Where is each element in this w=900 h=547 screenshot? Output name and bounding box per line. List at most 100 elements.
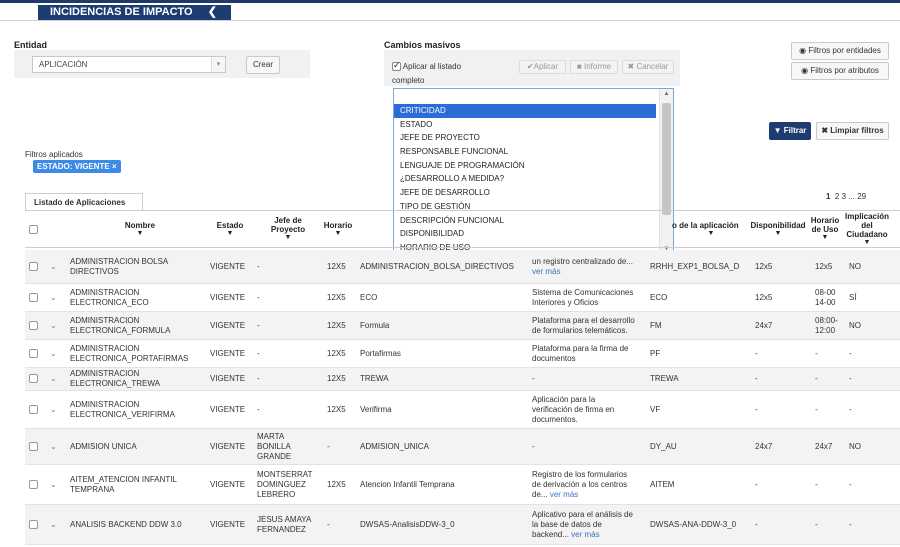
cell-nombre[interactable]: ADMINISTRACION ELECTRONICA_FORMULA: [70, 316, 210, 336]
chevron-down-icon[interactable]: ⌄: [50, 374, 57, 383]
col-horario-uso[interactable]: Horario de Uso ▼: [810, 216, 840, 242]
row-checkbox[interactable]: [29, 404, 38, 414]
table-row[interactable]: ⌄ ADMINISTRACION ELECTRONICA_FORMULA VIGENT…: [25, 312, 900, 340]
page-current[interactable]: 1: [826, 192, 830, 201]
filtros-entidades-button[interactable]: ◉ Filtros por entidades: [791, 42, 889, 60]
cell-nombre[interactable]: ADMINISTRACION BOLSA DIRECTIVOS: [70, 257, 210, 277]
page-2[interactable]: 2: [835, 192, 839, 201]
table-row[interactable]: ⌄ ADMINISTRACION ELECTRONICA_VERIFIRMA VIGE…: [25, 391, 900, 429]
filtros-atributos-button[interactable]: ◉ Filtros por atributos: [791, 62, 889, 80]
ver-mas-link[interactable]: ver más: [532, 267, 560, 276]
col-horario[interactable]: Horario ▼: [321, 221, 355, 238]
row-checkbox[interactable]: [29, 441, 38, 451]
listbox-option[interactable]: RESPONSABLE FUNCIONAL: [394, 145, 656, 159]
col-estado[interactable]: Estado ▼: [210, 221, 250, 238]
sort-icon: ▼: [284, 234, 292, 241]
table-row[interactable]: ⌄ ADMINISTRACION ELECTRONICA_ECO VIGENTE -12…: [25, 284, 900, 312]
page-last[interactable]: 29: [857, 192, 866, 201]
cell-horario-uso: -: [815, 480, 818, 490]
table-row[interactable]: ⌄ ADMINISTRACION ELECTRONICA_PORTAFIRMAS VI…: [25, 340, 900, 368]
scrollbar-thumb[interactable]: [662, 103, 671, 215]
cell-nombre[interactable]: ANALISIS BACKEND DDW 3.0: [70, 520, 210, 530]
row-checkbox[interactable]: [29, 261, 38, 271]
col-implicacion-ciudadano[interactable]: Implicación del Ciudadano ▼: [842, 212, 892, 247]
chevron-down-icon[interactable]: ⌄: [50, 405, 57, 414]
row-checkbox[interactable]: [29, 320, 38, 330]
filter-icon: ▼: [773, 126, 782, 135]
crear-button[interactable]: Crear: [246, 56, 280, 74]
table-row[interactable]: ⌄ ANALISIS BACKEND DDW 3.0 VIGENTE JESUS AM…: [25, 505, 900, 545]
listbox-option[interactable]: JEFE DE PROYECTO: [394, 131, 656, 145]
col-disponibilidad[interactable]: Disponibilidad ▼: [747, 221, 809, 238]
cell-descripcion-line: de... ver más: [532, 490, 650, 500]
filter-badge-estado[interactable]: ESTADO: VIGENTE ×: [33, 160, 121, 173]
cell-horario-uso: 24x7: [815, 442, 832, 452]
cell-horario-uso: 08-00 14-00: [815, 288, 835, 308]
cell-nombre[interactable]: ADMINISTRACION ELECTRONICA_TREWA: [70, 369, 210, 389]
cell-nombre[interactable]: AITEM_ATENCION INFANTIL TEMPRANA: [70, 475, 210, 495]
table-row[interactable]: ⌄ AITEM_ATENCION INFANTIL TEMPRANA VIGENTE M…: [25, 465, 900, 505]
table-row[interactable]: ⌄ ADMINISTRACION BOLSA DIRECTIVOS VIGENTE -1…: [25, 250, 900, 284]
cell-nombre[interactable]: ADMINISTRACION ELECTRONICA_PORTAFIRMAS: [70, 344, 210, 364]
filtrar-button[interactable]: ▼ Filtrar: [769, 122, 811, 140]
cell-nombre[interactable]: ADMINISTRACION ELECTRONICA_VERIFIRMA: [70, 400, 210, 420]
scroll-up-icon[interactable]: ▲: [660, 91, 673, 97]
chevron-down-icon[interactable]: ⌄: [50, 321, 57, 330]
listbox-option[interactable]: JEFE DE DESARROLLO: [394, 186, 656, 200]
chevron-down-icon[interactable]: ⌄: [50, 349, 57, 358]
cell-implicacion: SÍ: [849, 292, 857, 302]
listbox-option[interactable]: CRITICIDAD: [394, 104, 656, 118]
tab-listado-aplicaciones[interactable]: Listado de Aplicaciones: [25, 193, 143, 211]
entidad-select[interactable]: APLICACIÓN ▾: [32, 56, 226, 73]
chevron-down-icon[interactable]: ⌄: [50, 293, 57, 302]
cell-codigo-aplicacion: AITEM: [650, 479, 675, 489]
row-checkbox[interactable]: [29, 374, 38, 383]
close-icon: ✖: [821, 126, 829, 135]
row-checkbox[interactable]: [29, 292, 38, 302]
chevron-down-icon[interactable]: ⌄: [50, 520, 57, 529]
cell-codigo-aplicacion: RRHH_EXP1_BOLSA_D: [650, 261, 740, 271]
cell-nombre-line: ELECTRONICA_ECO: [70, 297, 149, 307]
select-all-checkbox[interactable]: [29, 225, 38, 234]
cell-descripcion-line: verificación de firma en: [532, 405, 650, 415]
cell-horario: 12X5: [327, 261, 346, 271]
table-row[interactable]: ⌄ ADMISION UNICA VIGENTE MARTA BONILLA GRANDE…: [25, 429, 900, 465]
cell-descripcion: un registro centralizado de... ver más: [532, 257, 650, 277]
cell-descripcion-line: backend... ver más: [532, 530, 650, 540]
chevron-down-icon[interactable]: ⌄: [50, 442, 57, 451]
chevron-down-icon[interactable]: ⌄: [50, 262, 57, 271]
apply-all-label-line2: completo: [392, 76, 425, 85]
listbox-option[interactable]: LENGUAJE DE PROGRAMACIÓN: [394, 159, 656, 173]
apply-all-option[interactable]: Aplicar al listado: [392, 60, 461, 72]
listbox-option[interactable]: ESTADO: [394, 118, 656, 132]
cancelar-button[interactable]: ✖ Cancelar: [622, 60, 674, 74]
cell-jefe-line: FERNANDEZ: [257, 524, 306, 534]
cell-horario-uso-line: 24x7: [815, 441, 833, 451]
chevron-down-icon[interactable]: ⌄: [50, 480, 57, 489]
cell-horario-uso: -: [815, 520, 818, 530]
informe-button[interactable]: ■ Informe: [570, 60, 618, 74]
ver-mas-link[interactable]: ver más: [550, 490, 578, 499]
ver-mas-link[interactable]: ver más: [571, 530, 599, 539]
apply-all-checkbox[interactable]: [392, 60, 401, 72]
row-checkbox[interactable]: [29, 479, 38, 489]
cell-horario: 12X5: [327, 320, 346, 330]
listbox-option[interactable]: ¿DESARROLLO A MEDIDA?: [394, 172, 656, 186]
limpiar-filtros-button[interactable]: ✖ Limpiar filtros: [816, 122, 889, 140]
cell-horario: -: [327, 519, 330, 529]
cell-nombre[interactable]: ADMISION UNICA: [70, 442, 210, 452]
col-nombre[interactable]: Nombre ▼: [120, 221, 160, 238]
cell-nombre[interactable]: ADMINISTRACION ELECTRONICA_ECO: [70, 288, 210, 308]
cell-jefe-proyecto: -: [257, 374, 319, 384]
aplicar-button[interactable]: ✔Aplicar: [519, 60, 566, 74]
chevron-left-icon[interactable]: ❮: [208, 5, 217, 20]
col-nombre-aplicacion[interactable]: o de la aplicación ▼: [672, 221, 750, 238]
cell-horario: 12X5: [327, 404, 346, 414]
cell-nombre-line: AITEM_ATENCION INFANTIL: [70, 474, 177, 484]
page-3[interactable]: 3: [842, 192, 846, 201]
row-checkbox[interactable]: [29, 519, 38, 529]
table-row[interactable]: ⌄ ADMINISTRACION ELECTRONICA_TREWA VIGENTE -…: [25, 368, 900, 391]
cell-nombre-line: ADMINISTRACION: [70, 399, 140, 409]
row-checkbox[interactable]: [29, 348, 38, 358]
col-jefe-proyecto[interactable]: Jefe de Proyecto ▼: [265, 216, 311, 242]
